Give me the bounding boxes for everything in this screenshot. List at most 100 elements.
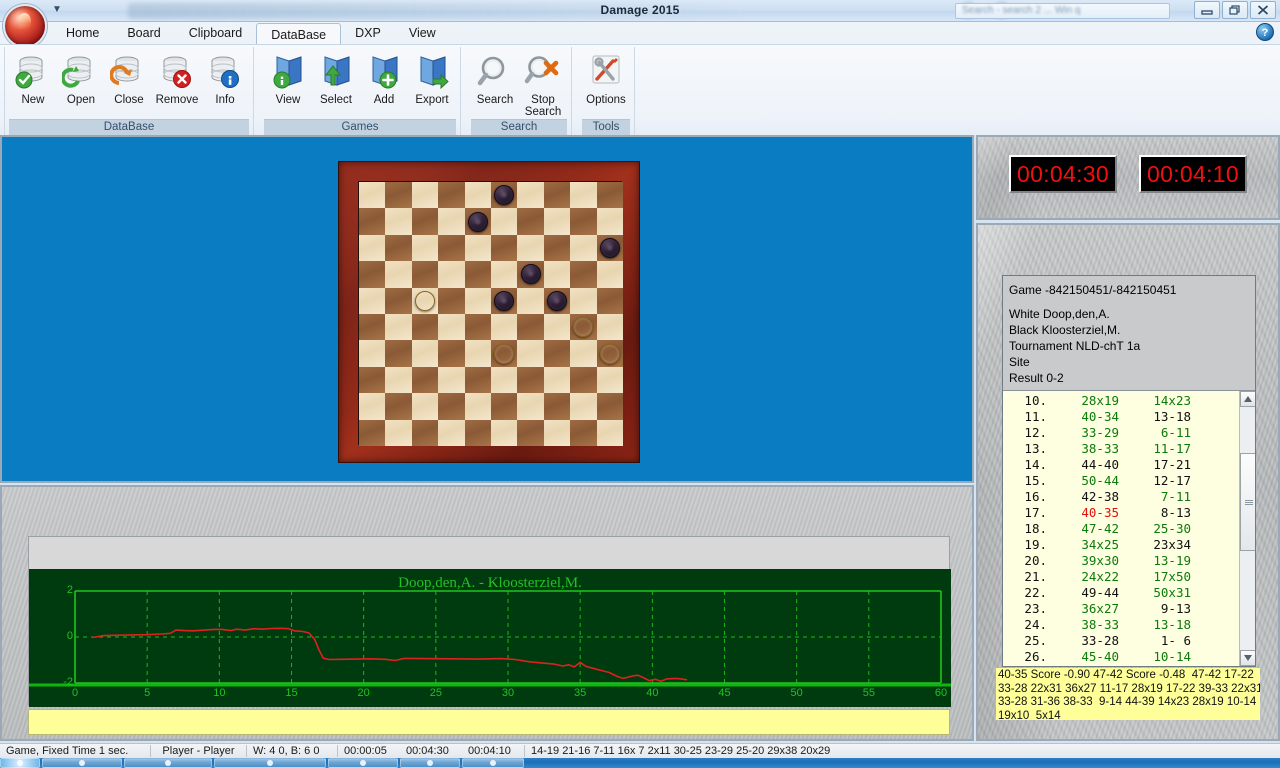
board-square[interactable] [438,340,464,366]
move-row[interactable]: 20. 39x30 13-19 [1007,553,1239,569]
board-square[interactable] [570,235,596,261]
move-row[interactable]: 18. 47-42 25-30 [1007,521,1239,537]
move-black[interactable]: 10-14 [1119,649,1191,665]
move-black[interactable]: 13-18 [1119,409,1191,425]
move-black[interactable]: 25-30 [1119,521,1191,537]
move-black[interactable]: 11-17 [1119,441,1191,457]
move-row[interactable]: 13. 38-33 11-17 [1007,441,1239,457]
board-square[interactable] [570,288,596,314]
move-black[interactable]: 17-21 [1119,457,1191,473]
taskbar-button-notes[interactable] [214,758,326,768]
board-square[interactable] [412,393,438,419]
board-square[interactable] [385,367,411,393]
move-white[interactable]: 44-40 [1047,457,1119,473]
taskbar-button-app-b[interactable] [400,758,460,768]
board-square[interactable] [465,420,491,446]
button-remove[interactable]: Remove [153,49,201,106]
close-button[interactable] [1250,1,1276,19]
board-square[interactable] [597,261,623,287]
board-square[interactable] [465,367,491,393]
board-square[interactable] [517,261,543,287]
piece-white[interactable] [573,317,593,337]
board-square[interactable] [544,314,570,340]
help-icon[interactable]: ? [1256,23,1274,41]
board-square[interactable] [412,235,438,261]
board-square[interactable] [544,182,570,208]
button-view[interactable]: View [264,49,312,106]
piece-white[interactable] [494,344,514,364]
board-square[interactable] [597,182,623,208]
tab-board[interactable]: Board [113,22,174,44]
board-square[interactable] [544,340,570,366]
board-square[interactable] [465,288,491,314]
board-square[interactable] [385,288,411,314]
button-stop-search[interactable]: Stop Search [519,49,567,118]
board-square[interactable] [359,208,385,234]
move-white[interactable]: 36x27 [1047,601,1119,617]
board-square[interactable] [517,393,543,419]
board-square[interactable] [438,420,464,446]
board-square[interactable] [517,367,543,393]
board-square[interactable] [465,314,491,340]
board-square[interactable] [491,314,517,340]
board-square[interactable] [438,261,464,287]
move-row[interactable]: 22. 49-44 50x31 [1007,585,1239,601]
board-square[interactable] [359,314,385,340]
board-square[interactable] [438,182,464,208]
start-orb-icon[interactable] [0,758,40,768]
board-square[interactable] [359,261,385,287]
move-row[interactable]: 27. 43-39 26-31 [1007,665,1239,666]
board-square[interactable] [438,288,464,314]
minimize-button[interactable] [1194,1,1220,19]
board-square[interactable] [517,340,543,366]
board-square[interactable] [517,288,543,314]
move-white[interactable]: 42-38 [1047,489,1119,505]
board-square[interactable] [412,314,438,340]
board-square[interactable] [412,340,438,366]
board-square[interactable] [570,261,596,287]
move-black[interactable]: 7-11 [1119,489,1191,505]
move-white[interactable]: 47-42 [1047,521,1119,537]
board-square[interactable] [465,182,491,208]
tab-database[interactable]: DataBase [256,23,341,45]
move-white[interactable]: 38-33 [1047,617,1119,633]
board-square[interactable] [544,393,570,419]
button-open[interactable]: Open [57,49,105,106]
board-square[interactable] [359,235,385,261]
piece-black[interactable] [494,185,514,205]
move-black[interactable]: 23x34 [1119,537,1191,553]
move-row[interactable]: 26. 45-40 10-14 [1007,649,1239,665]
move-row[interactable]: 19. 34x25 23x34 [1007,537,1239,553]
taskbar-button-folder[interactable] [124,758,212,768]
button-options[interactable]: Options [582,49,630,106]
board-square[interactable] [385,261,411,287]
piece-black[interactable] [547,291,567,311]
board-square[interactable] [359,367,385,393]
move-row[interactable]: 25. 33-28 1- 6 [1007,633,1239,649]
board-square[interactable] [438,235,464,261]
board-square[interactable] [359,182,385,208]
draughts-board[interactable] [358,181,622,445]
board-square[interactable] [491,393,517,419]
board-square[interactable] [412,182,438,208]
move-row[interactable]: 24. 38-33 13-18 [1007,617,1239,633]
board-square[interactable] [491,367,517,393]
board-square[interactable] [544,261,570,287]
board-square[interactable] [597,235,623,261]
move-row[interactable]: 11. 40-34 13-18 [1007,409,1239,425]
board-square[interactable] [517,208,543,234]
board-square[interactable] [570,314,596,340]
button-select[interactable]: Select [312,49,360,106]
tab-dxp[interactable]: DXP [341,22,395,44]
board-square[interactable] [438,367,464,393]
move-white[interactable]: 28x19 [1047,393,1119,409]
board-square[interactable] [491,235,517,261]
board-square[interactable] [570,340,596,366]
board-square[interactable] [597,288,623,314]
move-black[interactable]: 13-19 [1119,553,1191,569]
move-black[interactable]: 12-17 [1119,473,1191,489]
move-white[interactable]: 38-33 [1047,441,1119,457]
move-black[interactable]: 9-13 [1119,601,1191,617]
piece-white[interactable] [415,291,435,311]
board-square[interactable] [412,367,438,393]
